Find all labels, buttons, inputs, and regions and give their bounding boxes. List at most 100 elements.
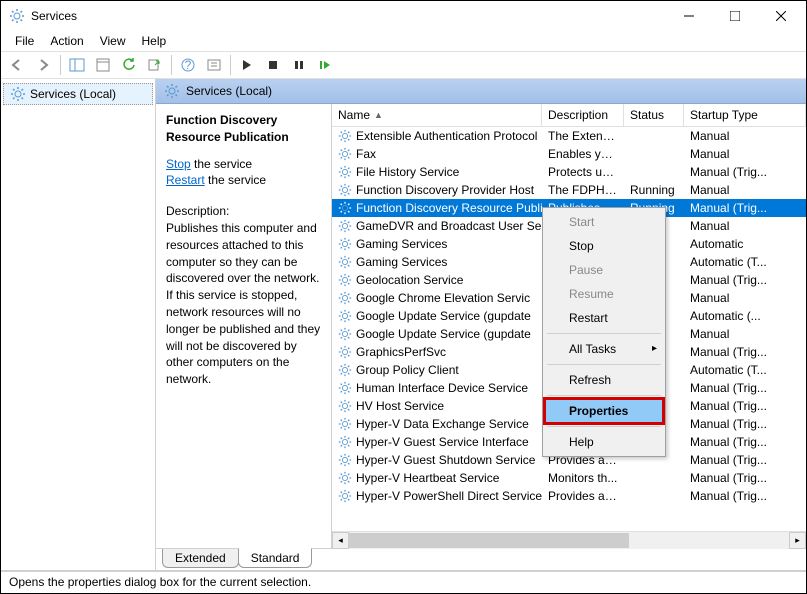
action-button[interactable] [202,53,226,77]
close-button[interactable] [758,1,804,31]
col-startup[interactable]: Startup Type [684,104,806,126]
service-startup-cell: Manual (Trig... [684,452,806,468]
ctx-refresh[interactable]: Refresh [545,368,663,392]
description-text: Publishes this computer and resources at… [166,220,321,388]
ctx-help[interactable]: Help [545,430,663,454]
service-row[interactable]: Hyper-V PowerShell Direct ServiceProvide… [332,487,806,505]
service-status-cell [624,171,684,173]
service-name-cell: Gaming Services [332,254,542,270]
toolbar: ? [1,51,806,79]
ctx-restart[interactable]: Restart [545,306,663,330]
menu-file[interactable]: File [7,32,42,50]
service-startup-cell: Manual [684,128,806,144]
view-header: Services (Local) [156,79,806,104]
service-startup-cell: Manual (Trig... [684,470,806,486]
gear-icon [338,165,352,179]
ctx-properties[interactable]: Properties [545,399,663,423]
menu-view[interactable]: View [92,32,134,50]
scroll-right-button[interactable]: ▸ [789,532,806,549]
gear-icon [338,309,352,323]
gear-icon [338,237,352,251]
ctx-stop[interactable]: Stop [545,234,663,258]
refresh-button[interactable] [117,53,141,77]
service-startup-cell: Manual [684,146,806,162]
service-name-cell: Google Chrome Elevation Servic [332,290,542,306]
gear-icon [338,327,352,341]
ctx-pause[interactable]: Pause [545,258,663,282]
menu-help[interactable]: Help [134,32,175,50]
service-name-cell: Geolocation Service [332,272,542,288]
menu-action[interactable]: Action [42,32,91,50]
service-name-cell: Hyper-V PowerShell Direct Service [332,488,542,504]
service-name-cell: Function Discovery Provider Host [332,182,542,198]
ctx-separator [547,395,661,396]
gear-icon [338,417,352,431]
scroll-left-button[interactable]: ◂ [332,532,349,549]
service-startup-cell: Manual [684,218,806,234]
details-pane: Function Discovery Resource Publication … [156,104,331,548]
service-row[interactable]: Function Discovery Provider HostThe FDPH… [332,181,806,199]
gear-icon [338,291,352,305]
service-startup-cell: Automatic (T... [684,362,806,378]
restart-service-button[interactable] [313,53,337,77]
gear-icon [338,129,352,143]
gear-icon [338,147,352,161]
col-name[interactable]: Name▲ [332,104,542,126]
view-header-title: Services (Local) [186,84,272,98]
ctx-all-tasks[interactable]: All Tasks▸ [545,337,663,361]
service-name-cell: Google Update Service (gupdate [332,326,542,342]
gear-icon [338,489,352,503]
help-button[interactable]: ? [176,53,200,77]
service-desc-cell: Enables you... [542,146,624,162]
service-startup-cell: Manual (Trig... [684,398,806,414]
tree-services-local[interactable]: Services (Local) [3,83,153,105]
console-tree: Services (Local) [1,79,156,570]
stop-service-button[interactable] [261,53,285,77]
gear-icon [338,453,352,467]
pause-service-button[interactable] [287,53,311,77]
properties-button[interactable] [91,53,115,77]
ctx-resume[interactable]: Resume [545,282,663,306]
col-status[interactable]: Status [624,104,684,126]
start-service-button[interactable] [235,53,259,77]
service-startup-cell: Automatic (... [684,308,806,324]
service-row[interactable]: File History ServiceProtects use...Manua… [332,163,806,181]
context-menu: Start Stop Pause Resume Restart All Task… [542,207,666,457]
service-startup-cell: Manual (Trig... [684,164,806,180]
service-name-cell: Hyper-V Guest Service Interface [332,434,542,450]
maximize-button[interactable] [712,1,758,31]
ctx-separator [547,364,661,365]
service-startup-cell: Manual (Trig... [684,488,806,504]
tab-extended[interactable]: Extended [162,549,239,568]
back-button[interactable] [6,53,30,77]
service-startup-cell: Automatic [684,236,806,252]
service-row[interactable]: Hyper-V Heartbeat ServiceMonitors th...M… [332,469,806,487]
tab-standard[interactable]: Standard [238,548,313,568]
col-description[interactable]: Description [542,104,624,126]
export-button[interactable] [143,53,167,77]
service-row[interactable]: Extensible Authentication ProtocolThe Ex… [332,127,806,145]
restart-link[interactable]: Restart [166,173,205,187]
stop-link[interactable]: Stop [166,157,191,171]
service-row[interactable]: FaxEnables you...Manual [332,145,806,163]
service-startup-cell: Manual [684,290,806,306]
service-desc-cell: Protects use... [542,164,624,180]
service-desc-cell: The Extensi... [542,128,624,144]
service-startup-cell: Manual (Trig... [684,344,806,360]
show-hide-tree-button[interactable] [65,53,89,77]
horizontal-scrollbar[interactable]: ◂ ▸ [332,531,806,548]
ctx-start[interactable]: Start [545,210,663,234]
service-name-cell: Group Policy Client [332,362,542,378]
service-name-cell: Hyper-V Guest Shutdown Service [332,452,542,468]
service-name-cell: Gaming Services [332,236,542,252]
scroll-thumb[interactable] [349,533,629,548]
minimize-button[interactable] [666,1,712,31]
forward-button[interactable] [32,53,56,77]
service-startup-cell: Manual [684,182,806,198]
gear-icon [338,435,352,449]
services-icon [9,8,25,24]
svg-text:?: ? [185,58,192,72]
gear-icon [338,201,352,215]
service-status-cell [624,459,684,461]
service-desc-cell: Monitors th... [542,470,624,486]
